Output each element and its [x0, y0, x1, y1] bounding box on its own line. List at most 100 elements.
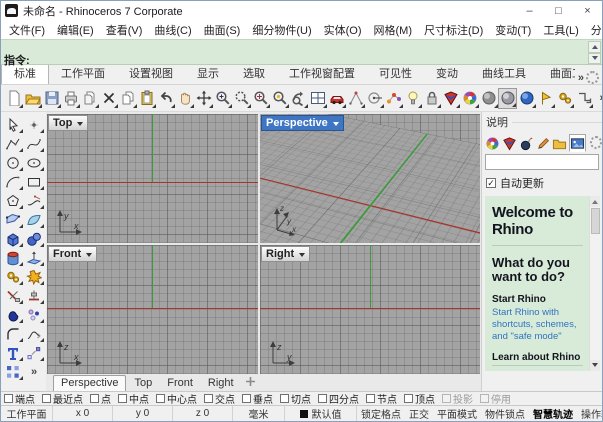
menu-item-1[interactable]: 文件(F): [3, 20, 51, 39]
menu-item-5[interactable]: 曲面(S): [198, 20, 247, 39]
render-icon[interactable]: [441, 88, 460, 109]
cut-icon[interactable]: [99, 88, 118, 109]
osnap-item-1[interactable]: 端点: [4, 391, 35, 405]
osnap-checkbox[interactable]: [318, 394, 327, 403]
arc-tool-icon[interactable]: [3, 172, 23, 191]
named-position-icon[interactable]: [574, 88, 593, 109]
lightbulb-icon[interactable]: [403, 88, 422, 109]
osnap-checkbox[interactable]: [242, 394, 251, 403]
status-toggle-2[interactable]: 正交: [405, 406, 433, 421]
scroll-up-icon[interactable]: [588, 41, 601, 53]
fillet-tool-icon[interactable]: [3, 324, 23, 343]
split-tool-icon[interactable]: [24, 286, 44, 305]
status-toggle-1[interactable]: 锁定格点: [357, 406, 405, 421]
viewport-top[interactable]: Top y x: [47, 114, 258, 243]
toolbar-tab-4[interactable]: 显示: [185, 65, 231, 84]
shaded-sphere-icon[interactable]: [479, 88, 498, 109]
toolbar-tab-8[interactable]: 变动: [424, 65, 470, 84]
menu-item-8[interactable]: 网格(M): [368, 20, 419, 39]
close-button[interactable]: ×: [573, 1, 602, 20]
more-icon[interactable]: »: [593, 88, 602, 109]
scroll-thumb[interactable]: [591, 208, 600, 234]
osnap-item-5[interactable]: 中心点: [156, 391, 197, 405]
trim-tool-icon[interactable]: [3, 286, 23, 305]
maximize-button[interactable]: □: [544, 1, 573, 20]
osnap-item-7[interactable]: 垂点: [242, 391, 273, 405]
osnap-checkbox[interactable]: [4, 394, 13, 403]
start-rhino-link[interactable]: Start Rhino with shortcuts, schemes, and…: [492, 307, 583, 343]
menu-item-12[interactable]: 分析(A): [585, 20, 602, 39]
blend-tool-icon[interactable]: [24, 324, 44, 343]
pan-icon[interactable]: [175, 88, 194, 109]
chevron-down-icon[interactable]: [86, 253, 92, 260]
layer-button[interactable]: 默认值: [285, 406, 357, 421]
zoom-window-icon[interactable]: [251, 88, 270, 109]
scroll-down-icon[interactable]: [588, 53, 601, 65]
save-icon[interactable]: [42, 88, 61, 109]
point-tool-icon[interactable]: [24, 115, 44, 134]
move-view-icon[interactable]: [194, 88, 213, 109]
curve-tool-icon[interactable]: [24, 134, 44, 153]
cylinder-tool-icon[interactable]: [3, 248, 23, 267]
menu-item-2[interactable]: 编辑(E): [51, 20, 100, 39]
osnap-item-10[interactable]: 节点: [366, 391, 397, 405]
viewport-tab-top[interactable]: Top: [127, 376, 159, 391]
gears-icon[interactable]: [555, 88, 574, 109]
osnap-checkbox[interactable]: [366, 394, 375, 403]
osnap-item-6[interactable]: 交点: [204, 391, 235, 405]
panel-options-icon[interactable]: [590, 136, 602, 149]
viewport-front[interactable]: Front z x: [47, 245, 258, 374]
tab-overflow-chevron[interactable]: »: [578, 72, 584, 84]
viewport-tab-right[interactable]: Right: [201, 376, 241, 391]
zoom-in-icon[interactable]: [213, 88, 232, 109]
viewport-perspective[interactable]: Perspective z y x: [260, 114, 480, 243]
minimize-button[interactable]: –: [515, 1, 544, 20]
command-scrollbar[interactable]: [588, 41, 601, 64]
status-toggle-6[interactable]: 操作轴: [577, 406, 602, 421]
viewport-tab-perspective[interactable]: Perspective: [53, 375, 126, 391]
help-scrollbar[interactable]: [589, 196, 600, 371]
viewport-perspective-label[interactable]: Perspective: [261, 115, 344, 131]
patch-tool-icon[interactable]: [24, 210, 44, 229]
viewport-front-label[interactable]: Front: [48, 246, 97, 262]
lock-icon[interactable]: [422, 88, 441, 109]
radius-icon[interactable]: [365, 88, 384, 109]
menu-item-4[interactable]: 曲线(C): [148, 20, 197, 39]
open-file-icon[interactable]: [23, 88, 42, 109]
osnap-checkbox[interactable]: [280, 394, 289, 403]
scale-points-tool-icon[interactable]: [24, 343, 44, 362]
bomb-icon[interactable]: [518, 134, 534, 152]
osnap-item-4[interactable]: 中点: [118, 391, 149, 405]
help-search-input[interactable]: [485, 154, 599, 170]
rectangle-tool-icon[interactable]: [24, 172, 44, 191]
menu-item-10[interactable]: 变动(T): [489, 20, 537, 39]
picture-icon[interactable]: [569, 134, 586, 152]
folder-icon[interactable]: [552, 134, 568, 152]
pencil-icon[interactable]: [535, 134, 551, 152]
explode-tool-icon[interactable]: [24, 267, 44, 286]
handle-curve-tool-icon[interactable]: [24, 191, 44, 210]
toolbar-tab-6[interactable]: 工作视窗配置: [277, 65, 367, 84]
toolbar-tab-1[interactable]: 标准: [1, 65, 49, 84]
chevron-down-icon[interactable]: [333, 122, 339, 129]
osnap-checkbox[interactable]: [404, 394, 413, 403]
zoom-extents-icon[interactable]: [289, 88, 308, 109]
undo-icon[interactable]: [156, 88, 175, 109]
osnap-checkbox[interactable]: [90, 394, 99, 403]
status-toggle-3[interactable]: 平面模式: [433, 406, 481, 421]
menu-item-6[interactable]: 细分物件(U): [246, 20, 317, 39]
viewport-layout-icon[interactable]: [308, 88, 327, 109]
osnap-item-3[interactable]: 点: [90, 391, 111, 405]
zoom-selected-icon[interactable]: [270, 88, 289, 109]
ellipse-tool-icon[interactable]: [24, 153, 44, 172]
viewport-right[interactable]: Right z y: [260, 245, 480, 374]
copy-icon[interactable]: [118, 88, 137, 109]
print-icon[interactable]: [61, 88, 80, 109]
units-button[interactable]: 毫米: [233, 406, 285, 421]
array-tool-icon[interactable]: [3, 362, 23, 381]
osnap-checkbox[interactable]: [156, 394, 165, 403]
paste-icon[interactable]: [137, 88, 156, 109]
osnap-item-9[interactable]: 四分点: [318, 391, 359, 405]
command-prompt[interactable]: 指令:: [1, 52, 602, 65]
menu-item-3[interactable]: 查看(V): [100, 20, 149, 39]
